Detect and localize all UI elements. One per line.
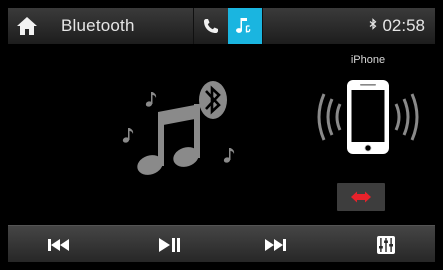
skip-previous-icon (48, 238, 69, 251)
equalizer-icon (377, 235, 395, 254)
play-pause-icon (159, 237, 180, 252)
phone-vibrate-icon (317, 80, 419, 154)
disconnect-button[interactable] (337, 183, 385, 211)
bluetooth-status-icon (370, 18, 377, 30)
home-button[interactable] (14, 13, 40, 39)
tab-phone[interactable] (194, 8, 228, 44)
top-bar: Bluetooth 02:58 (8, 8, 435, 45)
previous-button[interactable] (28, 226, 88, 262)
divider (262, 8, 263, 44)
play-pause-button[interactable] (139, 226, 199, 262)
playback-controls (8, 225, 435, 262)
bluetooth-music-icon (122, 81, 235, 175)
skip-next-icon (265, 238, 286, 251)
device-name: iPhone (350, 54, 386, 66)
clock: 02:58 (382, 16, 425, 35)
music-note-icon (236, 18, 251, 33)
page-title: Bluetooth (61, 16, 135, 35)
home-icon (17, 17, 37, 35)
bluetooth-screen: Bluetooth 02:58 iPhone (8, 8, 435, 262)
main-area: iPhone (8, 44, 435, 225)
equalizer-button[interactable] (356, 226, 416, 262)
status-area: 02:58 (368, 16, 425, 36)
disconnect-icon (351, 191, 371, 203)
phone-icon (204, 19, 218, 33)
tab-music[interactable] (228, 8, 262, 44)
next-button[interactable] (246, 226, 306, 262)
